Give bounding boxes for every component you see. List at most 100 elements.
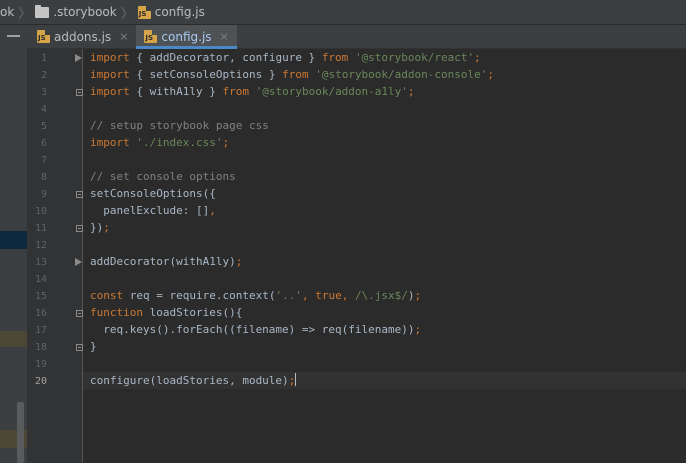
breadcrumb: ok 〉 .storybook 〉 JS config.js <box>0 0 686 25</box>
line-number: 1 <box>40 53 47 64</box>
code-token: const <box>90 289 124 302</box>
close-icon[interactable]: × <box>220 30 229 43</box>
code-token: ; <box>487 68 495 81</box>
code-token: // setup storybook page css <box>90 119 269 132</box>
code-token: // set console options <box>90 170 236 183</box>
code-token: setConsoleOptions({ <box>90 187 216 200</box>
code-token: ; <box>407 85 415 98</box>
line-number: 11 <box>34 223 47 234</box>
code-line[interactable]: addDecorator(withA1ly); <box>90 253 494 270</box>
fold-arrow-icon[interactable] <box>75 54 82 62</box>
line-number: 10 <box>34 206 47 217</box>
code-token: loadStories(){ <box>142 306 243 319</box>
fold-marker-icon[interactable] <box>76 89 83 96</box>
code-token: from <box>222 85 249 98</box>
code-line[interactable]: import { addDecorator, configure } from … <box>90 49 494 66</box>
tab-label: addons.js <box>54 29 112 44</box>
fold-marker-icon[interactable] <box>76 310 83 317</box>
breadcrumb-label: config.js <box>154 5 205 19</box>
code-line[interactable]: panelExclude: [], <box>90 202 494 219</box>
code-token: import <box>90 51 130 64</box>
code-line[interactable]: setConsoleOptions({ <box>90 185 494 202</box>
code-token: , true, <box>301 289 355 302</box>
code-token: , <box>209 204 216 217</box>
fold-marker-icon[interactable] <box>76 344 83 351</box>
code-line[interactable]: ​ <box>90 100 494 117</box>
minimize-icon[interactable] <box>7 35 20 37</box>
js-file-icon: JS <box>37 30 50 43</box>
project-panel[interactable] <box>0 25 27 463</box>
breadcrumb-item-project[interactable]: ok <box>0 5 14 19</box>
project-tree-selected-row[interactable] <box>0 231 27 249</box>
line-number: 20 <box>34 376 47 387</box>
code-token: '@storybook/addon-a1ly' <box>255 85 408 98</box>
tab-config-js[interactable]: JS config.js × <box>136 25 238 49</box>
line-number: 19 <box>34 359 47 370</box>
line-number-gutter[interactable]: 1 2 3 4 5 6 7 8 9 10 11 12 13 14 15 16 17 18 19 20 <box>27 49 83 463</box>
line-number: 14 <box>34 274 47 285</box>
code-editor[interactable]: import { addDecorator, configure } from … <box>83 49 686 463</box>
code-token: ; <box>235 255 243 268</box>
fold-marker-icon[interactable] <box>76 191 83 198</box>
breadcrumb-item-config[interactable]: JS config.js <box>137 5 205 19</box>
code-token: '@storybook/addon-console' <box>315 68 488 81</box>
line-number: 4 <box>40 104 47 115</box>
code-line[interactable]: ​ <box>90 270 494 287</box>
breadcrumb-item-storybook[interactable]: .storybook <box>35 4 117 19</box>
line-number: 3 <box>40 87 47 98</box>
code-token: ) <box>407 289 415 302</box>
line-number: 9 <box>40 189 47 200</box>
code-token: import <box>90 68 130 81</box>
line-number: 16 <box>34 308 47 319</box>
fold-arrow-icon[interactable] <box>75 258 82 266</box>
code-token: import <box>90 136 130 149</box>
code-token: ; <box>222 136 230 149</box>
code-token: { addDecorator, configure } <box>129 51 322 64</box>
close-icon[interactable]: × <box>119 30 128 43</box>
line-number: 5 <box>40 121 47 132</box>
code-line[interactable]: function loadStories(){ <box>90 304 494 321</box>
line-number: 8 <box>40 172 47 183</box>
code-line[interactable]: ​ <box>90 151 494 168</box>
code-token: import <box>90 85 130 98</box>
line-number: 13 <box>34 257 47 268</box>
code-token: './index.css' <box>136 136 223 149</box>
code-line[interactable]: import './index.css'; <box>90 134 494 151</box>
code-token: ; <box>288 374 296 387</box>
code-line[interactable]: ​ <box>90 236 494 253</box>
code-line[interactable]: }); <box>90 219 494 236</box>
code-token: { withA1ly } <box>129 85 223 98</box>
tab-label: config.js <box>161 29 212 44</box>
code-line[interactable]: // set console options <box>90 168 494 185</box>
breadcrumb-separator-icon: 〉 <box>18 6 32 22</box>
tab-addons-js[interactable]: JS addons.js × <box>27 25 136 48</box>
fold-marker-icon[interactable] <box>76 225 83 232</box>
code-line[interactable]: req.keys().forEach((filename) => req(fil… <box>90 321 494 338</box>
code-token: panelExclude: [] <box>90 204 210 217</box>
code-line[interactable]: import { withA1ly } from '@storybook/add… <box>90 83 494 100</box>
code-line[interactable]: } <box>90 338 494 355</box>
code-line[interactable]: configure(loadStories, module); <box>90 372 494 389</box>
code-token: } <box>90 340 97 353</box>
code-token: addDecorator(withA1ly) <box>90 255 236 268</box>
code-token: req = require.context( <box>123 289 276 302</box>
code-line[interactable]: ​ <box>90 355 494 372</box>
code-token: function <box>90 306 143 319</box>
code-content[interactable]: import { addDecorator, configure } from … <box>90 49 494 389</box>
editor-tab-bar: JS addons.js × JS config.js × <box>27 25 686 49</box>
project-panel-scrollbar[interactable] <box>17 402 24 463</box>
code-line[interactable]: import { setConsoleOptions } from '@stor… <box>90 66 494 83</box>
code-line[interactable]: const req = require.context('..', true, … <box>90 287 494 304</box>
folder-icon <box>35 4 50 18</box>
line-number: 7 <box>40 155 47 166</box>
code-token: configure(loadStories, module) <box>90 374 289 387</box>
code-token: ; <box>474 51 481 64</box>
code-token: { setConsoleOptions } <box>129 68 283 81</box>
project-tree-highlighted-row[interactable] <box>0 331 27 347</box>
js-file-icon: JS <box>144 30 158 43</box>
code-line[interactable]: // setup storybook page css <box>90 117 494 134</box>
code-token: req.keys().forEach((filename) => req(fil… <box>90 323 415 336</box>
code-token: ; <box>103 221 110 234</box>
